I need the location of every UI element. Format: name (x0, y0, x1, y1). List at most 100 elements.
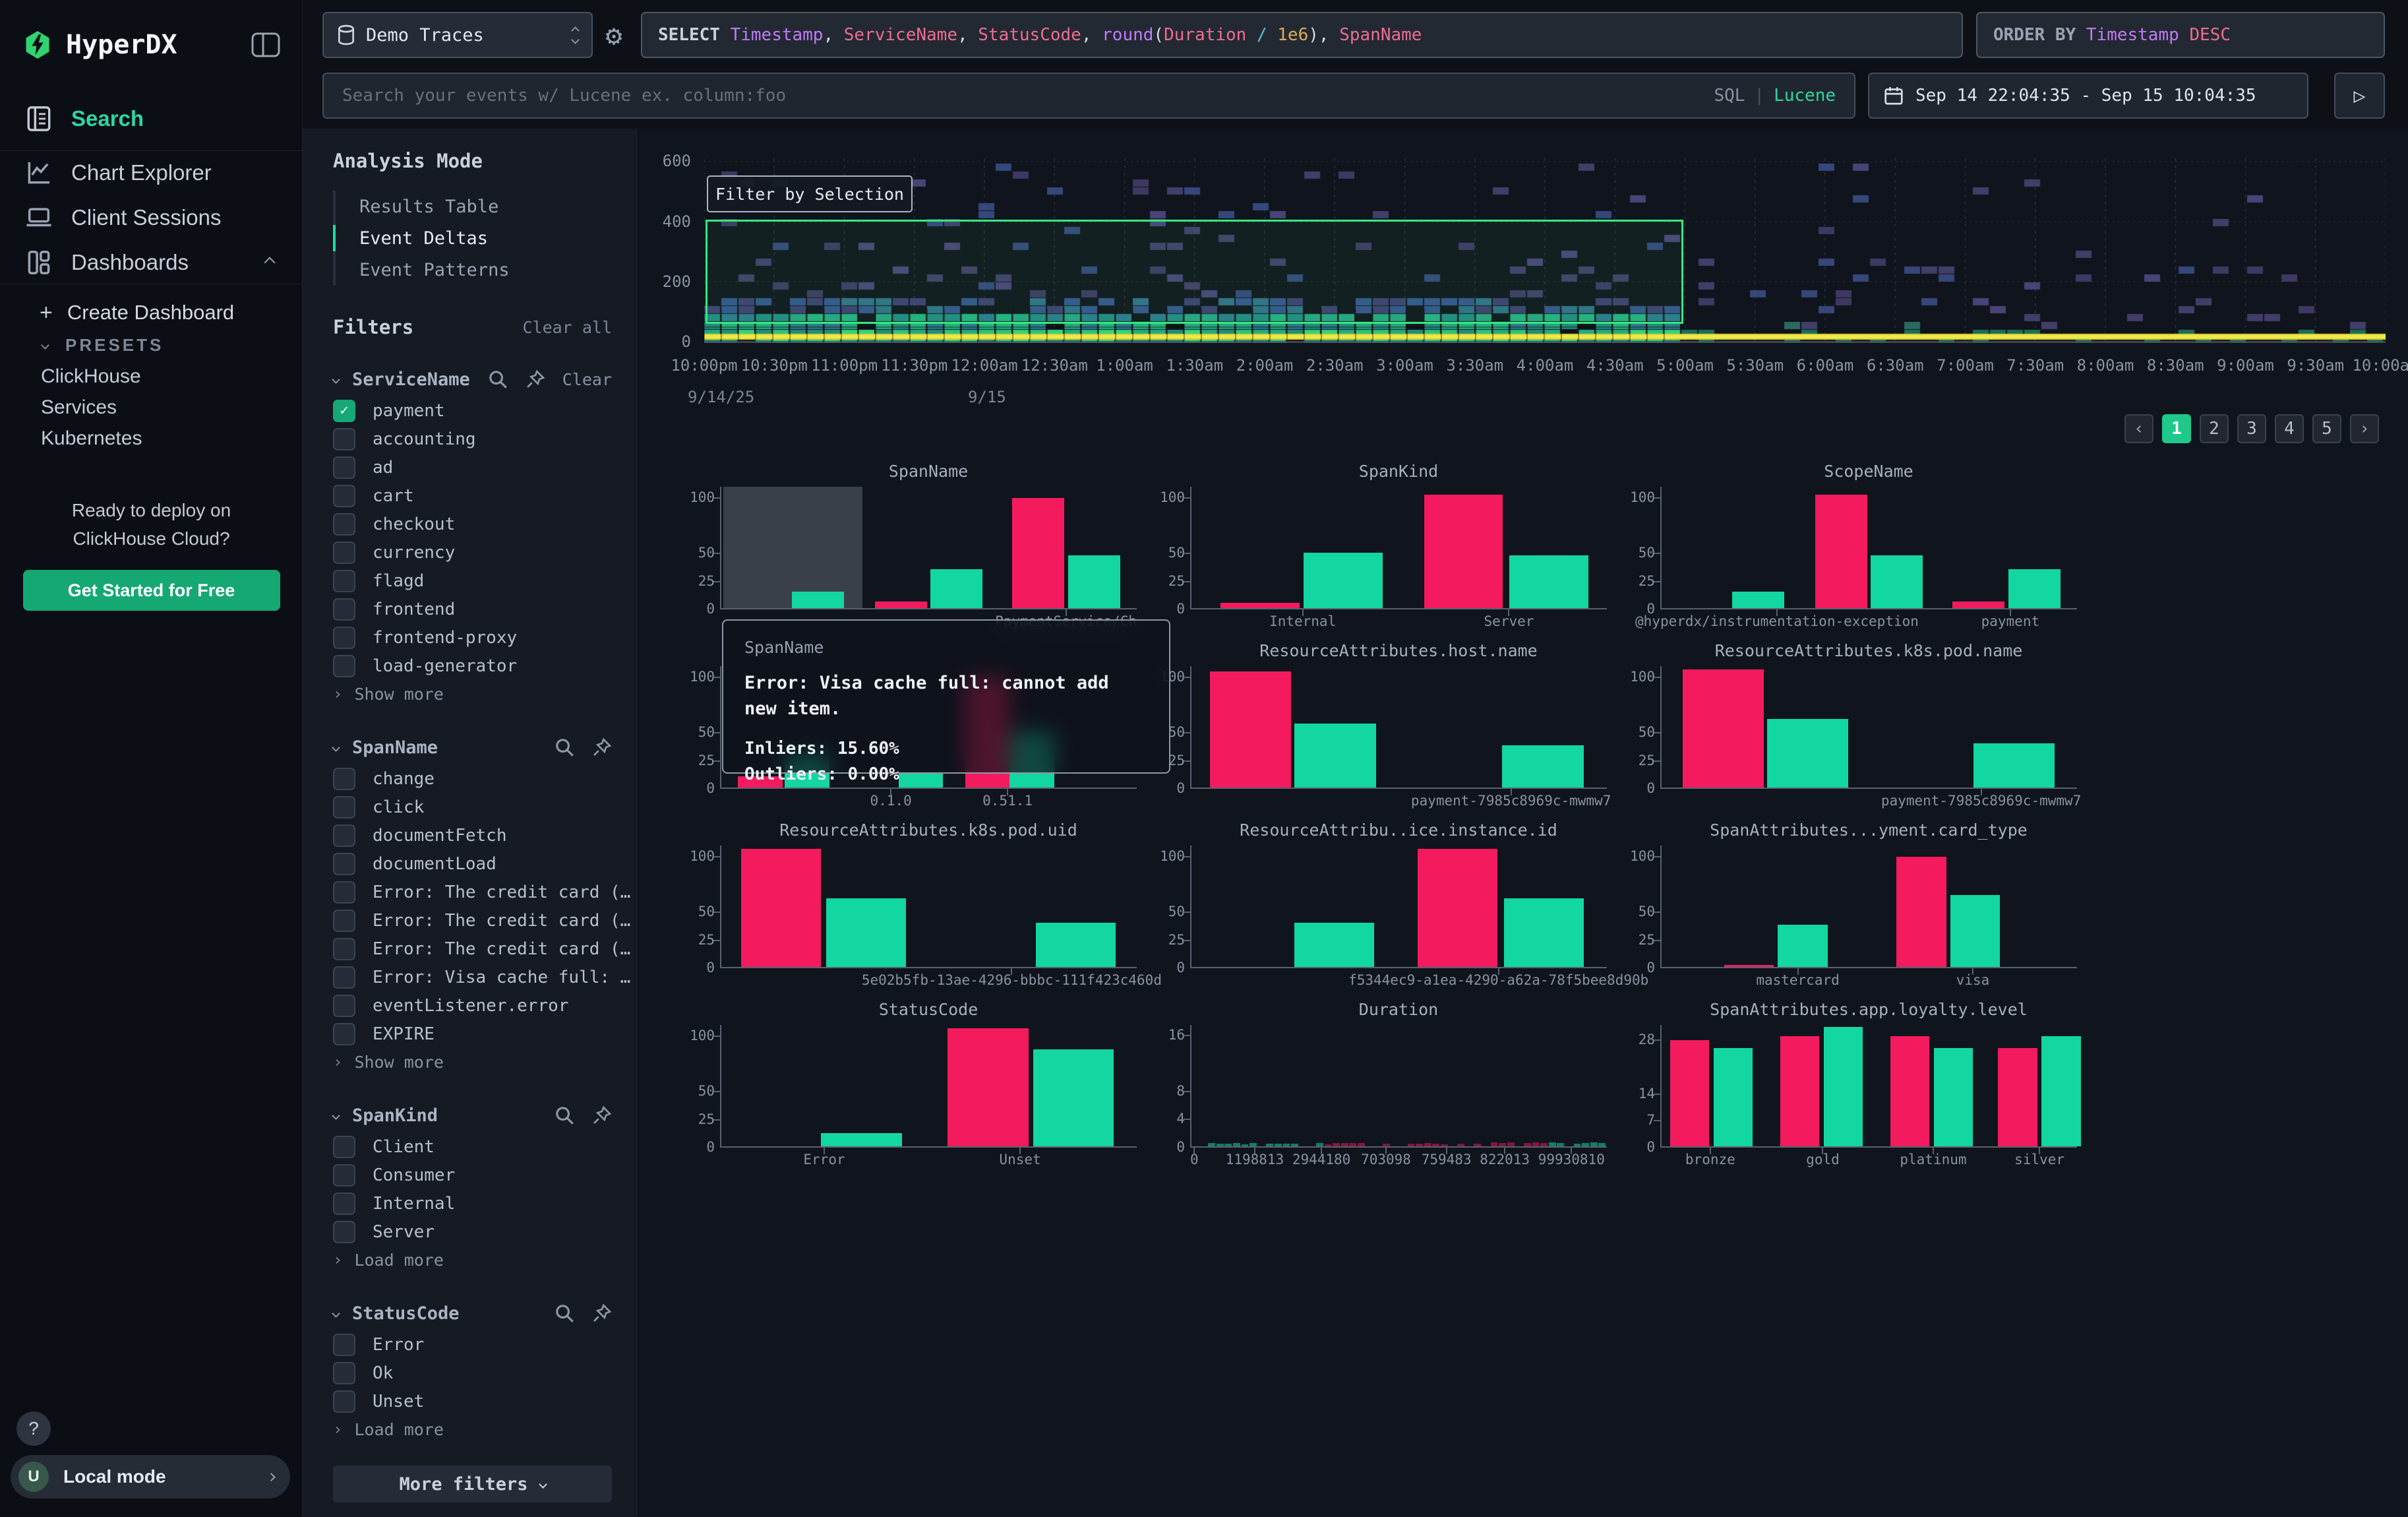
pagination-page-4[interactable]: 4 (2275, 414, 2304, 443)
pin-icon[interactable] (592, 737, 612, 757)
help-button[interactable]: ? (16, 1411, 51, 1446)
checkbox-unchecked[interactable] (333, 824, 355, 847)
sidebar-item-services[interactable]: Services (0, 392, 303, 423)
chart-plot[interactable] (720, 487, 1137, 609)
checkbox-checked[interactable]: ✓ (333, 400, 355, 422)
create-dashboard-button[interactable]: + Create Dashboard (0, 295, 303, 330)
chart-plot[interactable] (1190, 1025, 1607, 1148)
filter-checkbox-error[interactable]: Error (333, 1330, 612, 1359)
checkbox-unchecked[interactable] (333, 853, 355, 875)
more-filters-button[interactable]: More filters (333, 1466, 612, 1502)
filter-checkbox-checkout[interactable]: checkout (333, 510, 612, 538)
chart-plot[interactable] (720, 1025, 1137, 1148)
filter-checkbox-ad[interactable]: ad (333, 453, 612, 481)
checkbox-unchecked[interactable] (333, 655, 355, 677)
chart-plot[interactable] (1660, 1025, 2077, 1148)
search-input[interactable] (342, 86, 1714, 106)
filter-checkbox-error-the-credit-card-[interactable]: Error: The credit card (… (333, 906, 612, 935)
checkbox-unchecked[interactable] (333, 1221, 355, 1243)
get-started-button[interactable]: Get Started for Free (23, 570, 280, 611)
search-icon[interactable] (554, 1105, 575, 1126)
filter-checkbox-accounting[interactable]: accounting (333, 425, 612, 453)
filter-checkbox-error-visa-cache-full-[interactable]: Error: Visa cache full: … (333, 963, 612, 991)
sidebar-item-dashboards[interactable]: Dashboards (0, 243, 303, 282)
order-by-editor[interactable]: ORDER BY Timestamp DESC (1976, 12, 2385, 58)
local-mode-menu[interactable]: U Local mode (11, 1455, 290, 1499)
pin-icon[interactable] (592, 1105, 612, 1125)
chart-plot[interactable] (720, 846, 1137, 968)
filter-checkbox-error-the-credit-card-[interactable]: Error: The credit card (… (333, 935, 612, 963)
chevron-down-icon[interactable] (332, 1309, 340, 1318)
pagination-page-2[interactable]: 2 (2200, 414, 2229, 443)
chevron-up-icon[interactable] (264, 257, 276, 268)
filter-checkbox-expire[interactable]: EXPIRE (333, 1020, 612, 1048)
filter-by-selection-button[interactable]: Filter by Selection (707, 175, 913, 212)
filter-checkbox-change[interactable]: change (333, 764, 612, 793)
chart-plot[interactable] (1190, 846, 1607, 968)
analysis-mode-event-patterns[interactable]: Event Patterns (336, 254, 612, 286)
checkbox-unchecked[interactable] (333, 428, 355, 450)
source-select[interactable]: Demo Traces (322, 12, 593, 58)
checkbox-unchecked[interactable] (333, 485, 355, 507)
chart-plot[interactable] (1190, 666, 1607, 789)
checkbox-unchecked[interactable] (333, 627, 355, 649)
filter-checkbox-cart[interactable]: cart (333, 481, 612, 510)
pin-icon[interactable] (592, 1303, 612, 1323)
presets-toggle[interactable]: PRESETS (0, 330, 303, 360)
search-icon[interactable] (554, 737, 575, 758)
checkbox-unchecked[interactable] (333, 1362, 355, 1384)
sidebar-item-kubernetes[interactable]: Kubernetes (0, 423, 303, 454)
pagination-page-5[interactable]: 5 (2312, 414, 2341, 443)
run-query-button[interactable]: ▷ (2334, 73, 2385, 119)
collapse-sidebar-icon[interactable] (251, 32, 280, 57)
checkbox-unchecked[interactable] (333, 570, 355, 592)
checkbox-unchecked[interactable] (333, 513, 355, 536)
filter-checkbox-consumer[interactable]: Consumer (333, 1161, 612, 1189)
sidebar-item-clickhouse[interactable]: ClickHouse (0, 361, 303, 392)
filter-checkbox-click[interactable]: click (333, 793, 612, 821)
filter-checkbox-ok[interactable]: Ok (333, 1359, 612, 1387)
checkbox-unchecked[interactable] (333, 1136, 355, 1158)
filter-checkbox-eventlistener-error[interactable]: eventListener.error (333, 991, 612, 1020)
clear-all-filters-button[interactable]: Clear all (523, 318, 612, 337)
analysis-mode-event-deltas[interactable]: Event Deltas (336, 222, 612, 254)
sidebar-item-client-sessions[interactable]: Client Sessions (0, 198, 303, 237)
filter-group-more-button[interactable]: ›Load more (333, 1415, 612, 1443)
heatmap-selection-region[interactable] (706, 220, 1683, 324)
checkbox-unchecked[interactable] (333, 966, 355, 989)
pin-icon[interactable] (526, 369, 545, 389)
filter-checkbox-documentload[interactable]: documentLoad (333, 850, 612, 878)
checkbox-unchecked[interactable] (333, 1164, 355, 1187)
filter-checkbox-load-generator[interactable]: load-generator (333, 652, 612, 680)
chevron-down-icon[interactable] (332, 743, 340, 752)
clear-group-button[interactable]: Clear (562, 370, 612, 389)
chevron-down-icon[interactable] (332, 375, 340, 384)
chevron-down-icon[interactable] (332, 1111, 340, 1120)
language-toggle-sql[interactable]: SQL (1714, 86, 1745, 106)
filter-checkbox-unset[interactable]: Unset (333, 1387, 612, 1415)
checkbox-unchecked[interactable] (333, 456, 355, 479)
checkbox-unchecked[interactable] (333, 1192, 355, 1215)
checkbox-unchecked[interactable] (333, 938, 355, 960)
filter-group-more-button[interactable]: ›Load more (333, 1246, 612, 1274)
date-range-picker[interactable]: Sep 14 22:04:35 - Sep 15 10:04:35 (1868, 73, 2308, 119)
pagination-prev-button[interactable]: ‹ (2124, 414, 2153, 443)
checkbox-unchecked[interactable] (333, 910, 355, 932)
checkbox-unchecked[interactable] (333, 1334, 355, 1356)
pagination-page-1[interactable]: 1 (2162, 414, 2191, 443)
sidebar-item-search[interactable]: Search (0, 99, 303, 139)
filter-checkbox-error-the-credit-card-[interactable]: Error: The credit card (… (333, 878, 612, 906)
filter-checkbox-server[interactable]: Server (333, 1218, 612, 1246)
checkbox-unchecked[interactable] (333, 995, 355, 1017)
chart-plot[interactable] (1660, 846, 2077, 968)
analysis-mode-results-table[interactable]: Results Table (336, 191, 612, 222)
checkbox-unchecked[interactable] (333, 796, 355, 819)
sidebar-item-chart-explorer[interactable]: Chart Explorer (0, 153, 303, 193)
checkbox-unchecked[interactable] (333, 768, 355, 790)
filter-checkbox-frontend-proxy[interactable]: frontend-proxy (333, 623, 612, 652)
search-icon[interactable] (554, 1303, 575, 1324)
checkbox-unchecked[interactable] (333, 1390, 355, 1413)
chart-plot[interactable] (1660, 666, 2077, 789)
checkbox-unchecked[interactable] (333, 1023, 355, 1045)
checkbox-unchecked[interactable] (333, 542, 355, 564)
